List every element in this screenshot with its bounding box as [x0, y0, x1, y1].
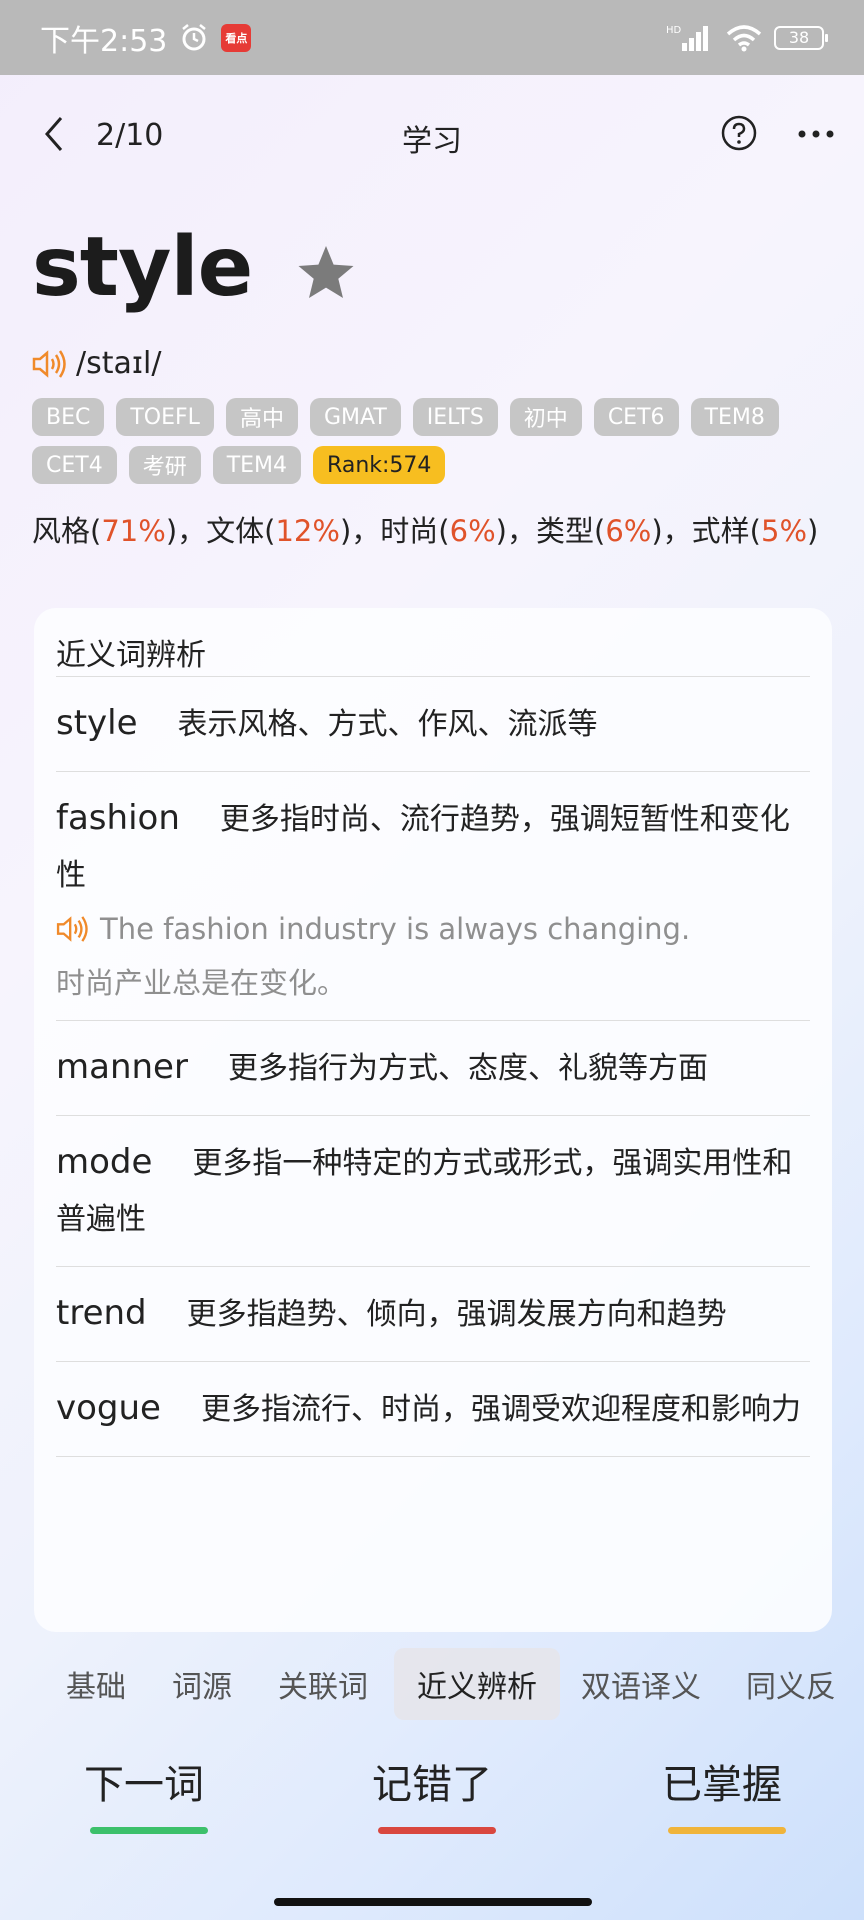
meaning-percent: 5%: [761, 514, 808, 548]
rank-badge: Rank:574: [313, 446, 446, 484]
synonym-desc: 更多指流行、时尚，强调受欢迎程度和影响力: [200, 1392, 801, 1427]
meaning-text: 风格: [32, 514, 91, 548]
mastered-button[interactable]: 已掌握: [642, 1752, 802, 1848]
wifi-icon: [726, 24, 762, 51]
list-item: style 表示风格、方式、作风、流派等: [56, 676, 810, 771]
meaning-percent: 12%: [275, 514, 340, 548]
nav-bar: 2/10 学习: [0, 100, 864, 170]
exam-tag: BEC: [32, 398, 105, 436]
meaning-text: 类型: [535, 514, 594, 548]
action-bar: 下一词 记错了 已掌握: [0, 1752, 864, 1852]
synonym-card: 近义词辨析 style 表示风格、方式、作风、流派等 fashion 更多指时尚、流…: [34, 608, 832, 1632]
news-app-icon: 看点: [221, 23, 252, 52]
speaker-icon[interactable]: [56, 915, 90, 943]
list-item: manner 更多指行为方式、态度、礼貌等方面: [56, 1020, 810, 1115]
exam-tag: TOEFL: [116, 398, 214, 436]
next-word-button[interactable]: 下一词: [64, 1752, 224, 1848]
exam-tag: 初中: [509, 398, 582, 436]
tab-synonym-analysis[interactable]: 近义辨析: [394, 1648, 560, 1720]
meaning-percent: 6%: [449, 514, 496, 548]
example-en: The fashion industry is always changing.: [100, 912, 691, 946]
tab-etymology[interactable]: 词源: [154, 1648, 250, 1720]
synonym-list: style 表示风格、方式、作风、流派等 fashion 更多指时尚、流行趋势，强调…: [56, 676, 810, 1457]
list-item: vogue 更多指流行、时尚，强调受欢迎程度和影响力: [56, 1361, 810, 1457]
synonym-word: trend: [56, 1293, 147, 1333]
speaker-icon[interactable]: [32, 349, 68, 379]
synonym-word: manner: [56, 1047, 188, 1087]
synonym-word: vogue: [56, 1388, 161, 1428]
synonym-desc: 更多指趋势、倾向，强调发展方向和趋势: [186, 1297, 727, 1332]
synonym-desc: 表示风格、方式、作风、流派等: [177, 707, 598, 742]
exam-tag: 考研: [128, 446, 201, 484]
back-button[interactable]: [34, 114, 74, 154]
more-options-icon[interactable]: [796, 122, 836, 146]
battery-icon: 38: [774, 25, 828, 50]
example-cn: 时尚产业总是在变化。: [56, 966, 347, 1000]
chevron-left-icon: [45, 117, 63, 151]
mastered-underline: [668, 1827, 786, 1834]
help-icon[interactable]: [720, 114, 758, 152]
marked-wrong-underline: [378, 1827, 496, 1834]
exam-tags: BEC TOEFL 高中 GMAT IELTS 初中 CET6 TEM8 CET…: [32, 398, 832, 484]
meaning-percent: 71%: [101, 514, 166, 548]
exam-tag: 高中: [225, 398, 298, 436]
exam-tag: CET4: [32, 446, 117, 484]
example-sentence: The fashion industry is always changing.: [56, 912, 810, 946]
meaning-percent: 6%: [605, 514, 652, 548]
pronunciation: /staɪl/: [32, 346, 161, 381]
section-tabs: 基础 词源 关联词 近义辨析 双语译义 同义反: [0, 1648, 864, 1720]
exam-tag: TEM8: [690, 398, 779, 436]
synonym-word: mode: [56, 1142, 153, 1182]
meaning-text: 文体: [206, 514, 265, 548]
list-item: trend 更多指趋势、倾向，强调发展方向和趋势: [56, 1266, 810, 1361]
status-time: 下午2:53: [40, 23, 168, 59]
next-word-underline: [90, 1827, 208, 1834]
exam-tag: IELTS: [412, 398, 498, 436]
svg-text:HD: HD: [666, 25, 682, 36]
word-progress: 2/10: [96, 118, 164, 153]
marked-wrong-button[interactable]: 记错了: [352, 1752, 512, 1848]
next-word-label: 下一词: [84, 1762, 204, 1808]
synonym-desc: 更多指行为方式、态度、礼貌等方面: [227, 1051, 708, 1086]
meaning-frequency: 风格(71%)，文体(12%)，时尚(6%)，类型(6%)，式样(5%): [32, 514, 819, 548]
exam-tag: GMAT: [309, 398, 401, 436]
meaning-text: 式样: [691, 514, 750, 548]
status-bar: 下午2:53 看点 HD 38: [0, 0, 864, 75]
card-title: 近义词辨析: [56, 638, 206, 673]
headword: style: [32, 220, 253, 315]
exam-tag: CET6: [593, 398, 679, 436]
meaning-text: 时尚: [380, 514, 439, 548]
tab-bilingual[interactable]: 双语译义: [576, 1648, 706, 1720]
tab-synonyms-antonyms[interactable]: 同义反: [746, 1648, 864, 1720]
alarm-icon: [182, 23, 207, 50]
marked-wrong-label: 记错了: [372, 1762, 492, 1808]
exam-tag: TEM4: [212, 446, 302, 484]
favorite-star-icon[interactable]: [296, 244, 356, 302]
cellular-signal-icon: HD: [666, 25, 708, 51]
list-item: fashion 更多指时尚、流行趋势，强调短暂性和变化性 The fashion …: [56, 771, 810, 1020]
synonym-word: fashion: [56, 798, 180, 838]
mastered-label: 已掌握: [662, 1762, 782, 1808]
tab-basic[interactable]: 基础: [48, 1648, 144, 1720]
tab-related-words[interactable]: 关联词: [268, 1648, 378, 1720]
home-indicator[interactable]: [274, 1898, 592, 1906]
phonetic-text: /staɪl/: [76, 346, 162, 381]
list-item: mode 更多指一种特定的方式或形式，强调实用性和普遍性: [56, 1115, 810, 1266]
synonym-word: style: [56, 703, 138, 743]
synonym-desc: 更多指一种特定的方式或形式，强调实用性和普遍性: [56, 1146, 793, 1237]
